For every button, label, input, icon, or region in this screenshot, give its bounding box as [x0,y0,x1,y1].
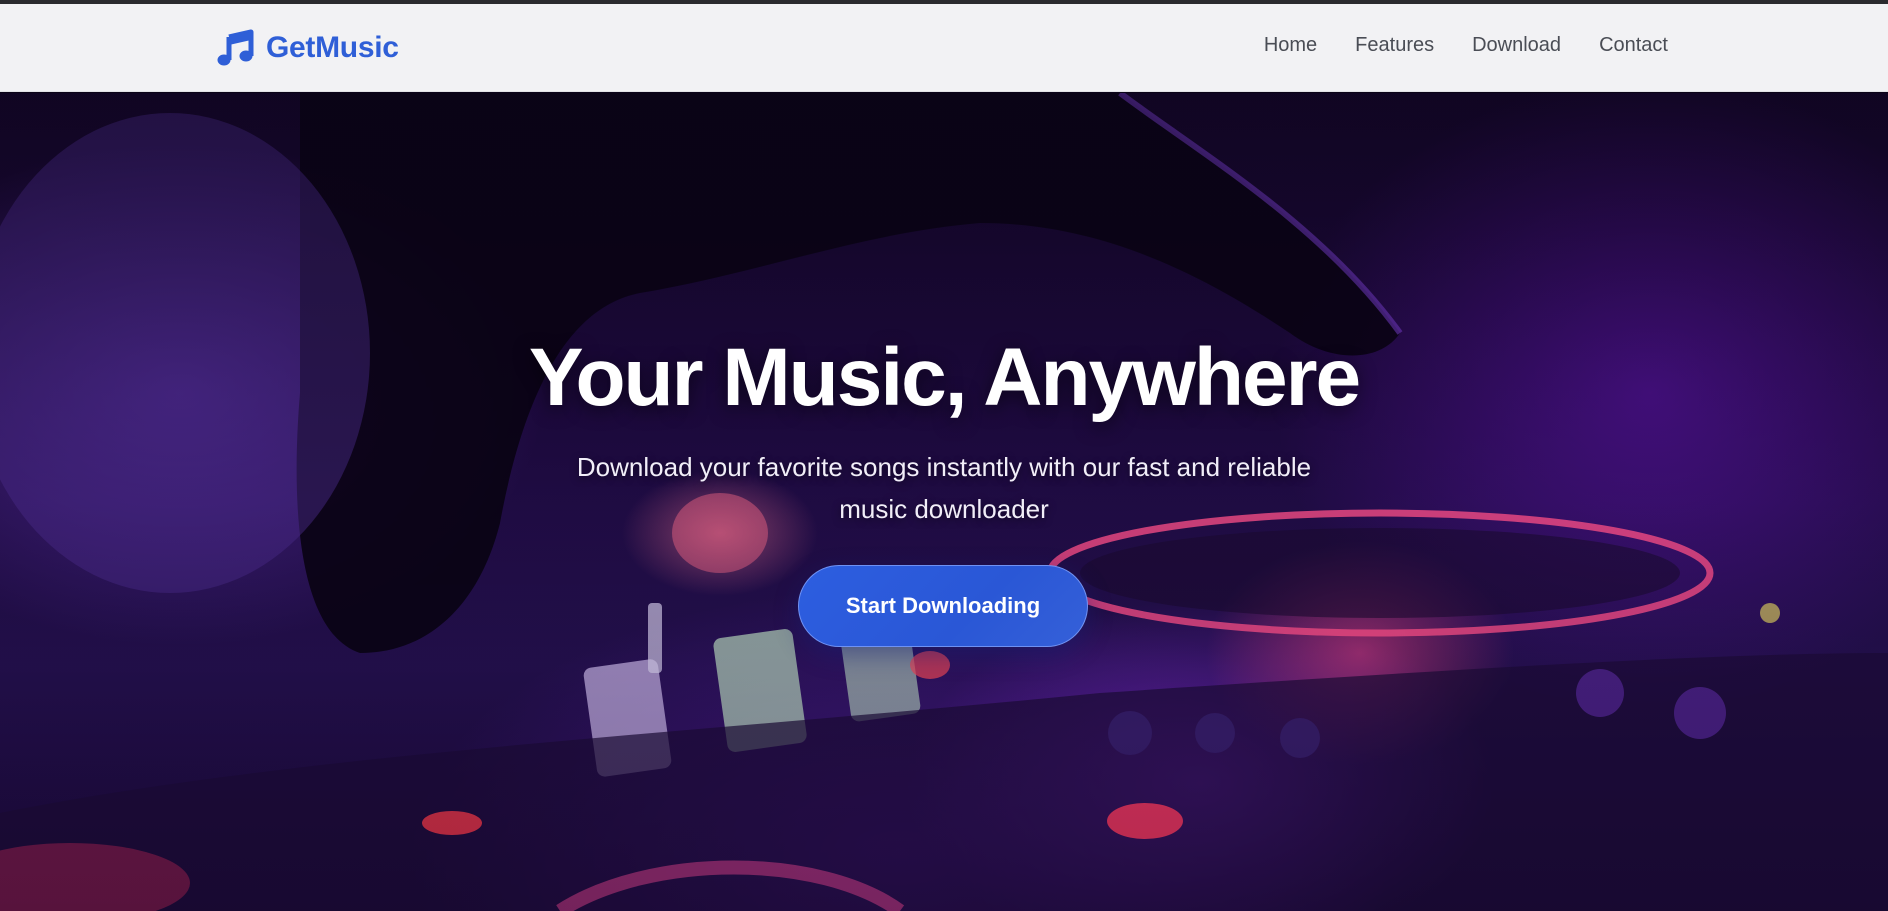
hero-section: Your Music, Anywhere Download your favor… [0,93,1888,911]
nav-link-download[interactable]: Download [1472,34,1561,57]
brand-logo-link[interactable]: GetMusic [216,28,399,68]
nav-link-home[interactable]: Home [1264,34,1317,57]
music-note-icon [217,29,254,66]
nav-link-features[interactable]: Features [1355,34,1434,57]
hero-title: Your Music, Anywhere [528,332,1361,423]
start-downloading-button[interactable]: Start Downloading [798,565,1088,647]
nav-link-contact[interactable]: Contact [1599,34,1668,57]
nav-links: Home Features Download Contact [1264,34,1668,57]
navbar: GetMusic Home Features Download Contact [0,4,1888,92]
brand-name: GetMusic [266,31,399,64]
hero-subtitle: Download your favorite songs instantly w… [576,452,1312,524]
